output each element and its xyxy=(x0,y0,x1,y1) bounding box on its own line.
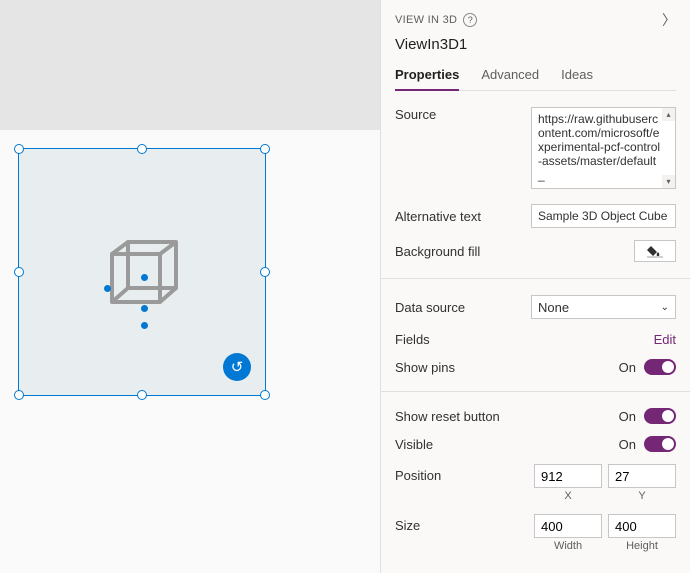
pin[interactable] xyxy=(141,305,148,312)
resize-handle-br[interactable] xyxy=(260,390,270,400)
control-type-label: VIEW IN 3D xyxy=(395,14,457,26)
pin[interactable] xyxy=(141,274,148,281)
pin[interactable] xyxy=(141,322,148,329)
scroll-up-icon[interactable]: ▴ xyxy=(662,108,675,121)
scroll-down-icon[interactable]: ▾ xyxy=(662,175,675,188)
position-y-input[interactable] xyxy=(608,464,676,488)
visible-state: On xyxy=(619,437,636,452)
showpins-label: Show pins xyxy=(395,360,455,375)
canvas-area[interactable]: ↺ xyxy=(0,0,380,573)
reset-icon: ↺ xyxy=(231,358,244,376)
resize-handle-bm[interactable] xyxy=(137,390,147,400)
resize-handle-ml[interactable] xyxy=(14,267,24,277)
source-input[interactable]: https://raw.githubusercontent.com/micros… xyxy=(531,107,676,189)
tab-ideas[interactable]: Ideas xyxy=(561,61,593,90)
resize-handle-tm[interactable] xyxy=(137,144,147,154)
chevron-right-icon[interactable]: 〉 xyxy=(662,10,676,30)
position-y-sublabel: Y xyxy=(638,490,645,502)
size-height-sublabel: Height xyxy=(626,540,658,552)
position-x-sublabel: X xyxy=(564,490,571,502)
reset-view-button[interactable]: ↺ xyxy=(223,353,251,381)
source-label: Source xyxy=(395,107,436,122)
resize-handle-mr[interactable] xyxy=(260,267,270,277)
alttext-label: Alternative text xyxy=(395,209,481,224)
datasource-value: None xyxy=(538,300,569,315)
datasource-dropdown[interactable]: None ⌄ xyxy=(531,295,676,319)
datasource-label: Data source xyxy=(395,300,465,315)
bgfill-label: Background fill xyxy=(395,244,480,259)
pin[interactable] xyxy=(104,285,111,292)
showreset-toggle[interactable] xyxy=(644,408,676,424)
position-x-input[interactable] xyxy=(534,464,602,488)
chevron-down-icon: ⌄ xyxy=(661,302,669,313)
showpins-toggle[interactable] xyxy=(644,359,676,375)
visible-label: Visible xyxy=(395,437,433,452)
control-name[interactable]: ViewIn3D1 xyxy=(395,36,676,53)
help-icon[interactable]: ? xyxy=(463,13,477,27)
tab-properties[interactable]: Properties xyxy=(395,61,459,90)
viewin3d-control[interactable]: ↺ xyxy=(18,148,266,396)
showreset-label: Show reset button xyxy=(395,409,500,424)
resize-handle-bl[interactable] xyxy=(14,390,24,400)
fields-edit-link[interactable]: Edit xyxy=(654,332,676,347)
alttext-input[interactable] xyxy=(531,204,676,228)
showpins-state: On xyxy=(619,360,636,375)
visible-toggle[interactable] xyxy=(644,436,676,452)
size-width-sublabel: Width xyxy=(554,540,582,552)
position-label: Position xyxy=(395,464,441,483)
properties-panel: VIEW IN 3D ? 〉 ViewIn3D1 Properties Adva… xyxy=(380,0,690,573)
tabs: Properties Advanced Ideas xyxy=(395,61,676,91)
resize-handle-tl[interactable] xyxy=(14,144,24,154)
size-height-input[interactable] xyxy=(608,514,676,538)
tab-advanced[interactable]: Advanced xyxy=(481,61,539,90)
paint-bucket-icon xyxy=(647,244,663,258)
bgfill-color-picker[interactable] xyxy=(634,240,676,262)
size-width-input[interactable] xyxy=(534,514,602,538)
fields-label: Fields xyxy=(395,332,430,347)
showreset-state: On xyxy=(619,409,636,424)
size-label: Size xyxy=(395,514,420,533)
resize-handle-tr[interactable] xyxy=(260,144,270,154)
